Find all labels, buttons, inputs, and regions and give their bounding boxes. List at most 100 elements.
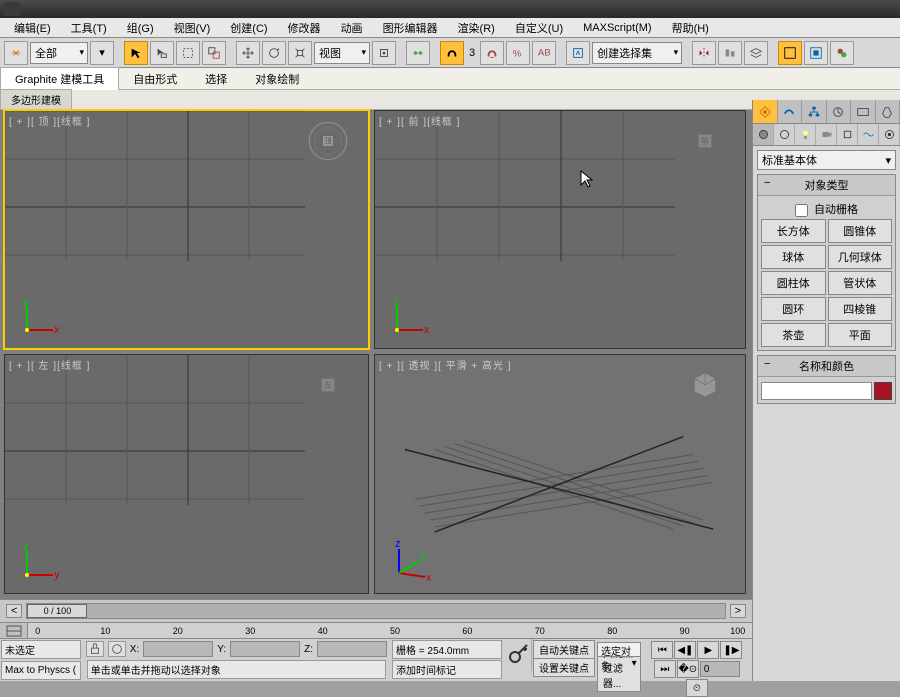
use-pivot-button[interactable]: [372, 41, 396, 65]
btn-geosphere[interactable]: 几何球体: [828, 245, 893, 269]
btn-sphere[interactable]: 球体: [761, 245, 826, 269]
cmd-sub-lights[interactable]: [795, 124, 816, 145]
menu-modifiers[interactable]: 修改器: [278, 18, 331, 38]
refcoord-selector[interactable]: 视图: [314, 42, 370, 64]
menu-group[interactable]: 组(G): [117, 18, 164, 38]
cmd-tab-display[interactable]: [851, 100, 876, 123]
time-tag-button[interactable]: 添加时间标记: [392, 660, 502, 679]
menu-rendering[interactable]: 渲染(R): [448, 18, 505, 38]
object-color-swatch[interactable]: [874, 382, 892, 400]
viewport-label-left[interactable]: [ + ][ 左 ][线框 ]: [9, 357, 90, 372]
object-name-input[interactable]: [761, 382, 872, 400]
autokey-button[interactable]: 自动关键点: [533, 640, 595, 659]
btn-cylinder[interactable]: 圆柱体: [761, 271, 826, 295]
btn-cone[interactable]: 圆锥体: [828, 219, 893, 243]
menu-edit[interactable]: 编辑(E): [4, 18, 61, 38]
layer-manager-button[interactable]: [744, 41, 768, 65]
cmd-tab-modify[interactable]: [778, 100, 803, 123]
trackbar-toggle-icon[interactable]: [0, 623, 28, 638]
scale-button[interactable]: [288, 41, 312, 65]
ribbon-tab-objectpaint[interactable]: 对象绘制: [241, 68, 313, 90]
cmd-tab-utilities[interactable]: [876, 100, 900, 123]
key-mode-toggle[interactable]: �⊙: [677, 660, 699, 678]
viewcube-left[interactable]: 左: [308, 365, 348, 405]
btn-pyramid[interactable]: 四棱锥: [828, 297, 893, 321]
ribbon-tab-graphite[interactable]: Graphite 建模工具: [0, 67, 119, 90]
key-target-selector[interactable]: 选定对象: [597, 642, 641, 657]
curve-editor-button[interactable]: [778, 41, 802, 65]
lock-selection-icon[interactable]: [86, 641, 104, 657]
prev-frame-btn[interactable]: ◀❚: [674, 641, 696, 659]
viewcube-persp[interactable]: [685, 365, 725, 405]
cmd-tab-create[interactable]: [753, 100, 778, 123]
ribbon-tab-freeform[interactable]: 自由形式: [119, 68, 191, 90]
y-coord-input[interactable]: [230, 641, 300, 657]
menu-help[interactable]: 帮助(H): [662, 18, 719, 38]
schematic-view-button[interactable]: [804, 41, 828, 65]
percent-snap-button[interactable]: %: [506, 41, 530, 65]
cmd-sub-spacewarps[interactable]: [858, 124, 879, 145]
snap-toggle-button[interactable]: [440, 41, 464, 65]
viewport-front[interactable]: [ + ][ 前 ][线框 ] 前 zx: [374, 110, 746, 349]
ribbon-tab-selection[interactable]: 选择: [191, 68, 241, 90]
viewcube-top[interactable]: 顶: [308, 121, 348, 161]
next-frame-btn[interactable]: ❚▶: [720, 641, 742, 659]
isolate-icon[interactable]: [108, 641, 126, 657]
move-button[interactable]: [236, 41, 260, 65]
goto-end-button[interactable]: ⏭: [654, 660, 676, 678]
btn-tube[interactable]: 管状体: [828, 271, 893, 295]
rollout-hdr-objtype[interactable]: 对象类型: [758, 175, 895, 196]
cmd-sub-geometry[interactable]: [753, 124, 774, 145]
rotate-button[interactable]: [262, 41, 286, 65]
menu-maxscript[interactable]: MAXScript(M): [573, 20, 661, 36]
cmd-sub-helpers[interactable]: [837, 124, 858, 145]
time-slider-handle[interactable]: 0 / 100: [27, 604, 87, 618]
window-crossing-button[interactable]: [202, 41, 226, 65]
menu-tools[interactable]: 工具(T): [61, 18, 117, 38]
btn-teapot[interactable]: 茶壶: [761, 323, 826, 347]
menu-grapheditors[interactable]: 图形编辑器: [373, 18, 448, 38]
rect-select-button[interactable]: [176, 41, 200, 65]
menu-customize[interactable]: 自定义(U): [505, 18, 573, 38]
named-sel-selector[interactable]: 创建选择集: [592, 42, 682, 64]
viewport-label-front[interactable]: [ + ][ 前 ][线框 ]: [379, 113, 460, 128]
z-coord-input[interactable]: [317, 641, 387, 657]
current-frame-input[interactable]: 0: [700, 661, 740, 677]
layer-selector[interactable]: 全部: [30, 42, 88, 64]
menu-view[interactable]: 视图(V): [164, 18, 221, 38]
select-by-name-button[interactable]: [150, 41, 174, 65]
edit-named-sel-button[interactable]: [566, 41, 590, 65]
rollout-hdr-namecolor[interactable]: 名称和颜色: [758, 356, 895, 377]
select-manipulate-button[interactable]: [406, 41, 430, 65]
menu-create[interactable]: 创建(C): [220, 18, 277, 38]
spinner-snap-button[interactable]: ABC: [532, 41, 556, 65]
cmd-tab-hierarchy[interactable]: [802, 100, 827, 123]
cmd-category-dropdown[interactable]: 标准基本体: [757, 150, 896, 170]
set-key-big-icon[interactable]: [507, 639, 532, 671]
btn-plane[interactable]: 平面: [828, 323, 893, 347]
goto-start-button[interactable]: ⏮: [651, 641, 673, 659]
viewport-label-persp[interactable]: [ + ][ 透视 ][ 平滑 + 高光 ]: [379, 357, 512, 372]
viewport-left[interactable]: [ + ][ 左 ][线框 ] 左 zy: [4, 354, 369, 594]
play-button[interactable]: ▶: [697, 641, 719, 659]
track-ruler[interactable]: 0 10 20 30 40 50 60 70 80 90 100: [28, 623, 752, 638]
menu-animation[interactable]: 动画: [331, 18, 373, 38]
cmd-sub-systems[interactable]: [879, 124, 900, 145]
prev-frame-button[interactable]: <: [6, 604, 22, 618]
viewport-perspective[interactable]: [ + ][ 透视 ][ 平滑 + 高光 ] zxy: [374, 354, 746, 594]
cmd-sub-shapes[interactable]: [774, 124, 795, 145]
status-script[interactable]: Max to Physcs (: [1, 661, 81, 680]
viewport-label-top[interactable]: [ + ][ 顶 ][线框 ]: [9, 113, 90, 128]
setkey-button[interactable]: 设置关键点: [533, 658, 595, 677]
align-button[interactable]: [718, 41, 742, 65]
select-object-button[interactable]: [124, 41, 148, 65]
x-coord-input[interactable]: [143, 641, 213, 657]
mirror-button[interactable]: [692, 41, 716, 65]
layer-dropdown-icon[interactable]: ▾: [90, 41, 114, 65]
material-editor-button[interactable]: [830, 41, 854, 65]
link-icon[interactable]: [4, 41, 28, 65]
time-config-button[interactable]: ⏲: [686, 679, 708, 697]
autogrid-checkbox[interactable]: [795, 204, 808, 217]
viewport-top[interactable]: [ + ][ 顶 ][线框 ] 顶 yx: [4, 110, 369, 349]
btn-box[interactable]: 长方体: [761, 219, 826, 243]
